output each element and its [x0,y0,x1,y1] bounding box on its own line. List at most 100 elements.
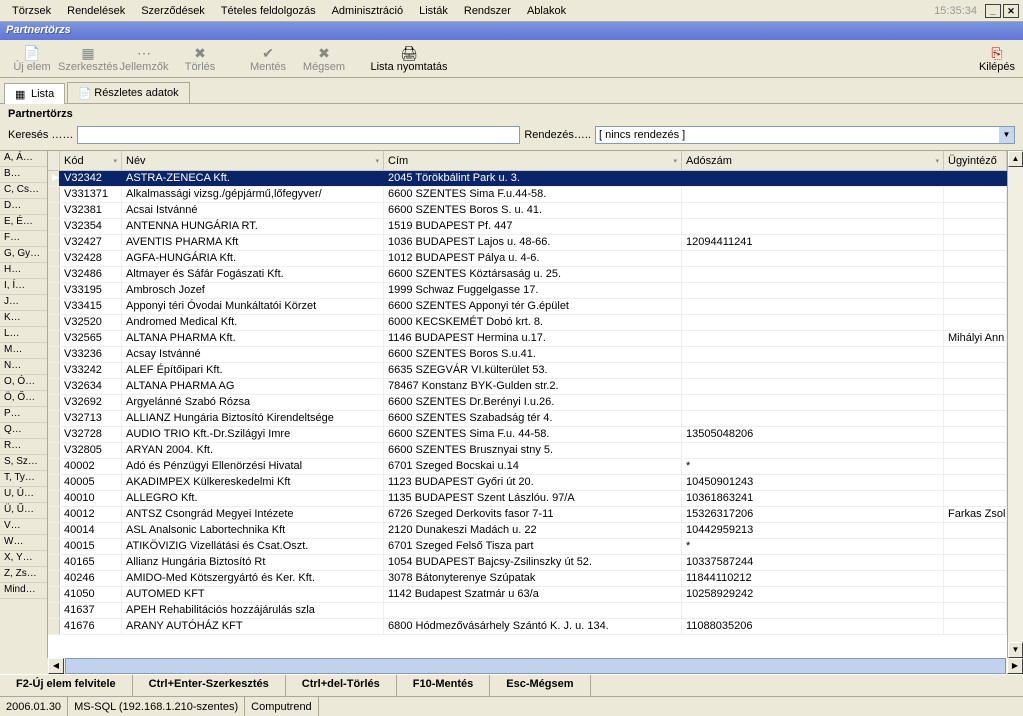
alpha-item[interactable]: R… [0,439,47,455]
table-row[interactable]: 40165Allianz Hungária Biztosító Rt1054 B… [48,555,1007,571]
menu-rendelesek[interactable]: Rendelések [59,2,133,20]
alpha-item[interactable]: Ü, Ű… [0,503,47,519]
table-row[interactable]: 40010ALLEGRO Kft.1135 BUDAPEST Szent Lás… [48,491,1007,507]
alpha-item[interactable]: L… [0,327,47,343]
cancel-button[interactable]: ✖Mégsem [296,41,352,77]
table-row[interactable]: V32381Acsai Istvánné6600 SZENTES Boros S… [48,203,1007,219]
alpha-item[interactable]: Mind… [0,583,47,599]
menu-teteles[interactable]: Tételes feldolgozás [213,2,324,20]
table-row[interactable]: V33236Acsay Istvánné6600 SZENTES Boros S… [48,347,1007,363]
table-row[interactable]: V33415Apponyi téri Óvodai Munkáltatói Kö… [48,299,1007,315]
alpha-item[interactable]: U, Ú… [0,487,47,503]
scroll-right-button[interactable]: ▶ [1007,658,1023,674]
menu-rendszer[interactable]: Rendszer [456,2,519,20]
cell-nev: AKADIMPEX Külkereskedelmi Kft [122,475,384,490]
table-row[interactable]: V32805ARYAN 2004. Kft.6600 SZENTES Brusz… [48,443,1007,459]
alpha-item[interactable]: K… [0,311,47,327]
alpha-item[interactable]: Ö, Ő… [0,391,47,407]
dropdown-icon: ▾ [935,157,939,165]
table-row[interactable]: 40246AMIDO-Med Kötszergyártó és Ker. Kft… [48,571,1007,587]
alpha-item[interactable]: J… [0,295,47,311]
table-row[interactable]: 41676ARANY AUTÓHÁZ KFT6800 Hódmezővásárh… [48,619,1007,635]
alpha-item[interactable]: Z, Zs… [0,567,47,583]
menu-adminisztracio[interactable]: Adminisztráció [324,2,412,20]
scroll-thumb[interactable] [65,658,1006,674]
table-row[interactable]: 40005AKADIMPEX Külkereskedelmi Kft1123 B… [48,475,1007,491]
table-row[interactable]: V32634ALTANA PHARMA AG 78467 Konstanz BY… [48,379,1007,395]
table-row[interactable]: V32713ALLIANZ Hungária Biztosító Kirende… [48,411,1007,427]
alpha-item[interactable]: V… [0,519,47,535]
alpha-item[interactable]: T, Ty… [0,471,47,487]
chevron-down-icon: ▼ [999,127,1014,143]
table-row[interactable]: V32692Argyelánné Szabó Rózsa6600 SZENTES… [48,395,1007,411]
properties-button[interactable]: ⋯Jellemzők [116,41,172,77]
table-row[interactable]: V32427AVENTIS PHARMA Kft1036 BUDAPEST La… [48,235,1007,251]
save-button[interactable]: ✔Mentés [240,41,296,77]
table-row[interactable]: V32354ANTENNA HUNGÁRIA RT.1519 BUDAPEST … [48,219,1007,235]
table-row[interactable]: V32428AGFA-HUNGÁRIA Kft.1012 BUDAPEST Pá… [48,251,1007,267]
alpha-item[interactable]: G, Gy… [0,247,47,263]
row-marker [48,491,60,506]
table-row[interactable]: 41050AUTOMED KFT1142 Budapest Szatmár u … [48,587,1007,603]
col-kod[interactable]: Kód▾ [60,151,122,170]
alpha-item[interactable]: O, Ó… [0,375,47,391]
menu-torzsek[interactable]: Törzsek [4,2,59,20]
vertical-scrollbar[interactable]: ▲ ▼ [1007,151,1023,658]
alpha-item[interactable]: P… [0,407,47,423]
col-ugyintezo[interactable]: Ügyintéző [944,151,1007,170]
menu-szerzodesek[interactable]: Szerződések [133,2,213,20]
alpha-item[interactable]: N… [0,359,47,375]
row-marker [48,587,60,602]
menu-ablakok[interactable]: Ablakok [519,2,574,20]
col-cim[interactable]: Cím▾ [384,151,682,170]
table-row[interactable]: V32486Altmayer és Sáfár Fogászati Kft.66… [48,267,1007,283]
alpha-item[interactable]: C, Cs… [0,183,47,199]
scroll-down-button[interactable]: ▼ [1008,642,1023,658]
alpha-item[interactable]: D… [0,199,47,215]
minimize-button[interactable]: _ [985,4,1001,18]
table-row[interactable]: 40012ANTSZ Csongrád Megyei Intézete6726 … [48,507,1007,523]
col-adoszam[interactable]: Adószám▾ [682,151,944,170]
table-row[interactable]: V32728AUDIO TRIO Kft.-Dr.Szilágyi Imre66… [48,427,1007,443]
cell-cim: 1146 BUDAPEST Hermina u.17. [384,331,682,346]
table-row[interactable]: V331371Alkalmassági vizsg./gépjármű,lőfe… [48,187,1007,203]
alpha-item[interactable]: E, É… [0,215,47,231]
cell-kod: V32428 [60,251,122,266]
table-row[interactable]: ▶V32342ASTRA-ZENECA Kft.2045 Törökbálint… [48,171,1007,187]
close-button[interactable]: ✕ [1003,4,1019,18]
table-row[interactable]: 40015ATIKÖVIZIG Vizellátási és Csat.Oszt… [48,539,1007,555]
alpha-item[interactable]: F… [0,231,47,247]
horizontal-scrollbar[interactable]: ◀ ▶ [48,658,1023,674]
scroll-left-button[interactable]: ◀ [48,658,64,674]
sort-select[interactable]: [ nincs rendezés ] ▼ [595,126,1015,144]
scroll-up-button[interactable]: ▲ [1008,151,1023,167]
cell-nev: ANTSZ Csongrád Megyei Intézete [122,507,384,522]
table-row[interactable]: V33242ALEF Építőipari Kft.6635 SZEGVÁR V… [48,363,1007,379]
table-row[interactable]: V32565ALTANA PHARMA Kft.1146 BUDAPEST He… [48,331,1007,347]
table-row[interactable]: 40002Adó és Pénzügyi Ellenörzési Hivatal… [48,459,1007,475]
table-row[interactable]: V32520Andromed Medical Kft.6000 KECSKEMÉ… [48,315,1007,331]
alpha-item[interactable]: I, Í… [0,279,47,295]
delete-button[interactable]: ✖Törlés [172,41,228,77]
alpha-item[interactable]: Q… [0,423,47,439]
edit-button[interactable]: ▦Szerkesztés [60,41,116,77]
alpha-item[interactable]: A, Á… [0,151,47,167]
alpha-item[interactable]: M… [0,343,47,359]
menu-listak[interactable]: Listák [411,2,456,20]
col-nev[interactable]: Név▾ [122,151,384,170]
table-row[interactable]: V33195Ambrosch Jozef1999 Schwaz Fuggelga… [48,283,1007,299]
new-item-button[interactable]: 📄Új elem [4,41,60,77]
alpha-item[interactable]: W… [0,535,47,551]
table-row[interactable]: 40014ASL Analsonic Labortechnika Kft2120… [48,523,1007,539]
search-input[interactable] [77,126,520,144]
alpha-item[interactable]: S, Sz… [0,455,47,471]
alpha-item[interactable]: H… [0,263,47,279]
tab-lista[interactable]: ▦Lista [4,83,65,104]
table-row[interactable]: 41637APEH Rehabilitációs hozzájárulás sz… [48,603,1007,619]
exit-button[interactable]: ⎘Kilépés [975,41,1019,77]
print-list-button[interactable]: 🖨Lista nyomtatás [364,41,454,77]
alpha-item[interactable]: B… [0,167,47,183]
tab-reszletes[interactable]: 📄Részletes adatok [67,82,189,103]
alpha-item[interactable]: X, Y… [0,551,47,567]
scroll-track[interactable] [1008,167,1023,642]
